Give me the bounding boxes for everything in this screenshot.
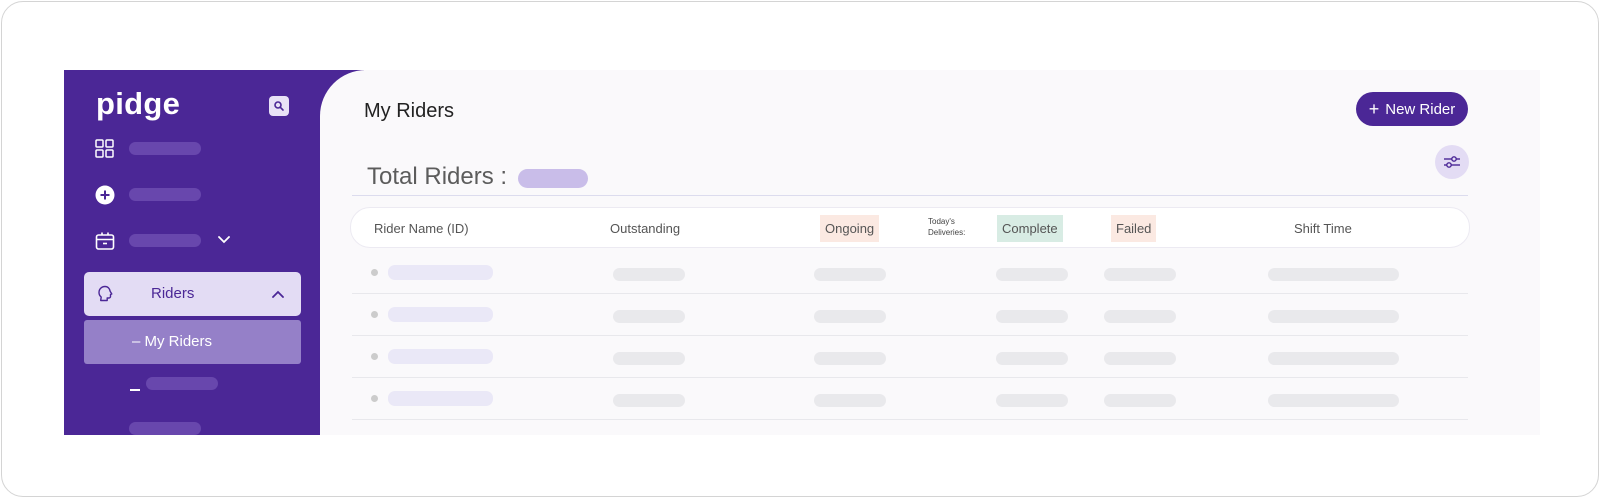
column-header-rider-name[interactable]: Rider Name (ID)	[374, 221, 469, 236]
failed-placeholder	[1104, 352, 1176, 365]
grid-icon	[95, 139, 114, 158]
ongoing-placeholder	[814, 394, 886, 407]
filter-sliders-icon	[1444, 156, 1460, 168]
column-header-failed[interactable]: Failed	[1111, 215, 1157, 242]
rider-name-placeholder	[388, 349, 493, 364]
dash-marker	[130, 389, 140, 391]
shift-time-placeholder	[1268, 268, 1399, 281]
new-rider-button[interactable]: + New Rider	[1356, 92, 1468, 126]
rider-name-placeholder	[388, 265, 493, 280]
divider	[352, 195, 1468, 196]
shift-time-placeholder	[1268, 352, 1399, 365]
column-header-complete[interactable]: Complete	[997, 215, 1063, 242]
ongoing-placeholder	[814, 352, 886, 365]
status-dot	[371, 395, 378, 402]
sidebar-item-placeholder	[129, 234, 201, 247]
plus-icon: +	[1368, 99, 1380, 119]
window-frame: pidge Riders – My Riders My Riders + New…	[1, 1, 1599, 497]
failed-placeholder	[1104, 310, 1176, 323]
complete-placeholder	[996, 310, 1068, 323]
chevron-down-icon[interactable]	[218, 236, 230, 244]
sidebar-item-placeholder	[129, 142, 201, 155]
outstanding-placeholder	[613, 268, 685, 281]
complete-placeholder	[996, 394, 1068, 407]
column-header-todays-deliveries: Today's Deliveries:	[928, 217, 966, 237]
failed-placeholder	[1104, 268, 1176, 281]
sidebar-item-placeholder	[129, 422, 201, 435]
table-row[interactable]	[352, 294, 1468, 336]
app-logo: pidge	[96, 86, 181, 121]
column-header-ongoing[interactable]: Ongoing	[820, 215, 880, 242]
sidebar-item-placeholder	[146, 377, 218, 390]
rider-name-placeholder	[388, 391, 493, 406]
status-dot	[371, 311, 378, 318]
status-dot	[371, 269, 378, 276]
sidebar-item-riders[interactable]: Riders	[84, 272, 301, 316]
plus-circle-icon	[95, 185, 115, 205]
sidebar-item-label: Riders	[151, 285, 195, 302]
total-riders-value	[518, 169, 588, 188]
chevron-up-icon[interactable]	[272, 290, 284, 298]
ongoing-placeholder	[814, 310, 886, 323]
main-content: My Riders + New Rider Total Riders : Rid…	[320, 70, 1540, 435]
complete-placeholder	[996, 352, 1068, 365]
box-icon	[95, 232, 115, 250]
outstanding-placeholder	[613, 310, 685, 323]
sidebar-item-placeholder	[129, 188, 201, 201]
app: pidge Riders – My Riders My Riders + New…	[64, 70, 1540, 435]
shift-time-placeholder	[1268, 310, 1399, 323]
column-header-outstanding[interactable]: Outstanding	[610, 221, 680, 236]
table-header: Rider Name (ID) Outstanding Ongoing Toda…	[350, 207, 1470, 248]
table-row[interactable]	[352, 336, 1468, 378]
column-header-shift-time[interactable]: Shift Time	[1294, 221, 1352, 236]
filter-button[interactable]	[1435, 145, 1469, 179]
ongoing-placeholder	[814, 268, 886, 281]
search-button[interactable]	[269, 96, 289, 116]
complete-placeholder	[996, 268, 1068, 281]
new-rider-label: New Rider	[1385, 100, 1456, 118]
search-icon	[274, 101, 284, 111]
page-title: My Riders	[364, 100, 455, 122]
outstanding-placeholder	[613, 394, 685, 407]
outstanding-placeholder	[613, 352, 685, 365]
total-riders-label: Total Riders :	[367, 163, 508, 190]
failed-placeholder	[1104, 394, 1176, 407]
table-row[interactable]	[352, 252, 1468, 294]
sidebar-subitem-my-riders[interactable]: – My Riders	[84, 320, 301, 364]
rider-icon	[98, 285, 113, 302]
sidebar: pidge Riders – My Riders	[64, 70, 364, 435]
shift-time-placeholder	[1268, 394, 1399, 407]
status-dot	[371, 353, 378, 360]
rider-name-placeholder	[388, 307, 493, 322]
sidebar-subitem-label: – My Riders	[132, 333, 213, 350]
table-row[interactable]	[352, 378, 1468, 420]
